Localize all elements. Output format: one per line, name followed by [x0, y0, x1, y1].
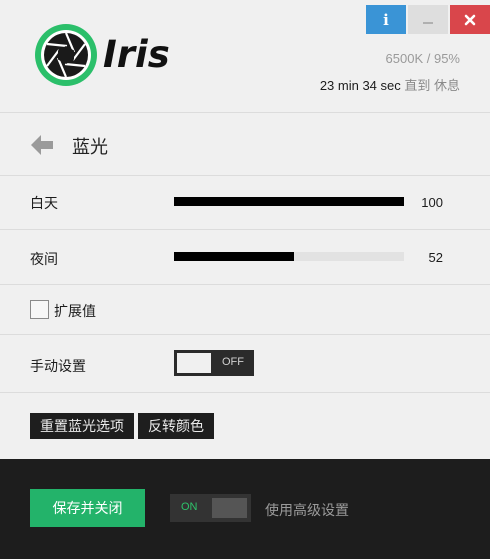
day-value: 100 — [421, 195, 443, 210]
info-icon: i — [383, 10, 389, 29]
advanced-toggle-knob — [212, 498, 247, 518]
manual-label: 手动设置 — [30, 358, 86, 374]
manual-toggle-state: OFF — [222, 356, 244, 368]
reset-blue-light-button[interactable]: 重置蓝光选项 — [30, 413, 134, 439]
close-button[interactable] — [450, 5, 490, 34]
iris-logo-icon — [35, 24, 97, 86]
advanced-toggle-state: ON — [181, 501, 198, 513]
back-arrow-icon[interactable] — [30, 134, 54, 156]
invert-colors-button[interactable]: 反转颜色 — [138, 413, 214, 439]
manual-toggle[interactable]: OFF — [174, 350, 254, 376]
save-and-close-button[interactable]: 保存并关闭 — [30, 489, 145, 527]
page-header: 蓝光 — [0, 113, 490, 176]
day-slider-fill — [174, 197, 404, 206]
page-title: 蓝光 — [72, 137, 108, 157]
manual-setting-row: 手动设置 OFF — [0, 335, 490, 393]
advanced-settings-toggle[interactable]: ON — [170, 494, 251, 522]
advanced-settings-label: 使用高级设置 — [265, 502, 349, 518]
minimize-button[interactable] — [408, 5, 448, 34]
day-label: 白天 — [30, 195, 58, 211]
night-slider-fill — [174, 252, 294, 261]
close-icon — [464, 14, 476, 25]
temperature-brightness-status: 6500K / 95% — [385, 51, 460, 66]
footer: 保存并关闭 ON 使用高级设置 — [0, 459, 490, 559]
window-controls: i — [364, 5, 490, 34]
brand-name: Iris — [103, 33, 170, 76]
info-button[interactable]: i — [366, 5, 406, 34]
extended-values-label: 扩展值 — [54, 303, 96, 319]
night-setting-row: 夜间 52 — [0, 230, 490, 285]
night-slider[interactable] — [174, 252, 404, 261]
night-value: 52 — [428, 250, 443, 265]
night-label: 夜间 — [30, 251, 58, 267]
countdown-suffix: 直到 休息 — [404, 78, 460, 93]
minimize-icon — [423, 21, 433, 24]
extended-values-checkbox[interactable] — [30, 300, 49, 319]
break-countdown-status: 23 min 34 sec 直到 休息 — [320, 75, 460, 94]
actions-row: 重置蓝光选项 反转颜色 — [0, 393, 490, 459]
header: Iris i 6500K / 95% 23 min 34 sec 直到 休息 — [0, 0, 490, 113]
day-slider[interactable] — [174, 197, 404, 206]
day-setting-row: 白天 100 — [0, 176, 490, 230]
countdown-time: 23 min 34 sec — [319, 78, 401, 93]
extended-values-row: 扩展值 — [0, 285, 490, 335]
manual-toggle-knob — [177, 353, 211, 373]
